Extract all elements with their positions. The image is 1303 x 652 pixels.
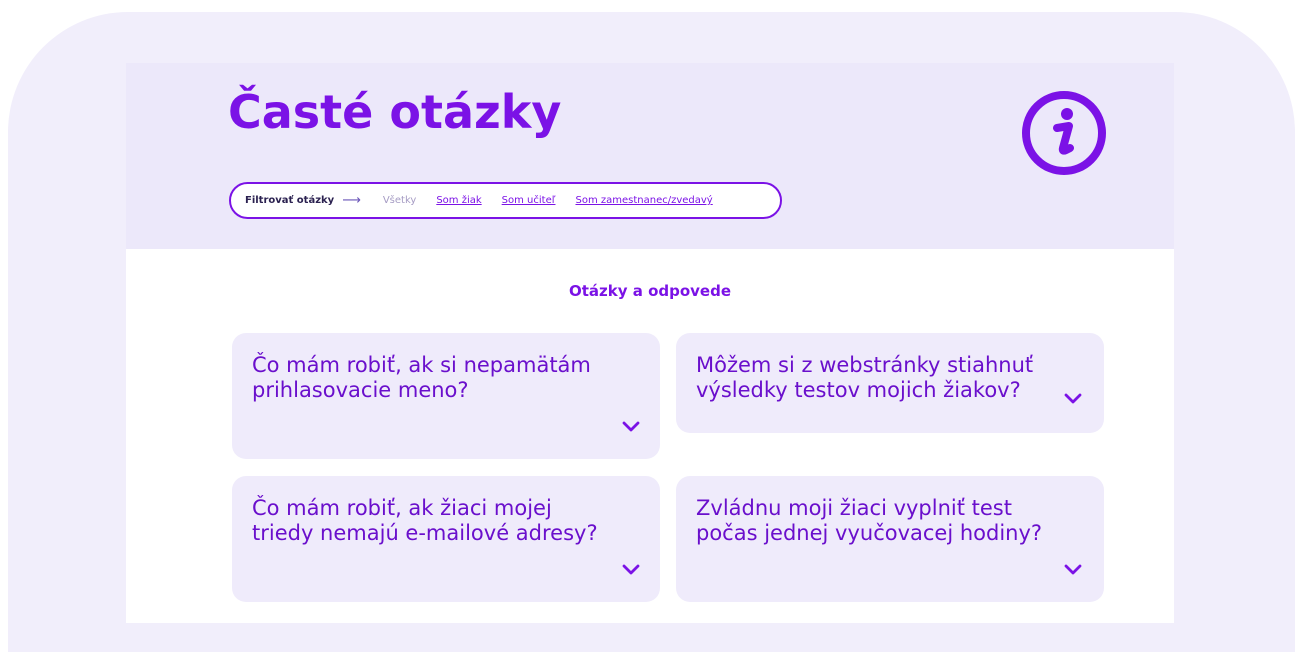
chevron-down-icon — [1064, 393, 1082, 404]
section-title: Otázky a odpovede — [568, 282, 732, 300]
filter-option-employee[interactable]: Som zamestnanec/zvedavý — [575, 195, 712, 206]
chevron-down-icon — [1064, 564, 1082, 575]
faq-question: Zvládnu moji žiaci vyplniť test počas je… — [696, 496, 1043, 545]
faq-item-no-emails[interactable]: Čo mám robiť, ak žiaci mojej triedy nema… — [232, 476, 660, 602]
info-icon — [1022, 91, 1106, 175]
chevron-down-icon — [622, 564, 640, 575]
faq-item-download-results[interactable]: Môžem si z webstránky stiahnuť výsledky … — [676, 333, 1104, 433]
filter-option-student[interactable]: Som žiak — [436, 195, 481, 206]
question-filter: Filtrovať otázky ⟶ Všetky Som žiak Som u… — [229, 182, 782, 219]
page-title: Časté otázky — [228, 85, 562, 139]
filter-option-teacher[interactable]: Som učiteľ — [502, 195, 556, 206]
page-header: Časté otázky Filtrovať otázky ⟶ Všetky S… — [126, 63, 1174, 249]
faq-question: Čo mám robiť, ak žiaci mojej triedy nema… — [252, 496, 598, 545]
faq-item-login[interactable]: Čo mám robiť, ak si nepamätám prihlasova… — [232, 333, 660, 459]
wave-divider — [126, 239, 1174, 248]
faq-item-test-duration[interactable]: Zvládnu moji žiaci vyplniť test počas je… — [676, 476, 1104, 602]
arrow-right-icon: ⟶ — [342, 193, 361, 208]
filter-label: Filtrovať otázky — [245, 195, 335, 206]
faq-question: Môžem si z webstránky stiahnuť výsledky … — [696, 353, 1034, 402]
filter-option-all[interactable]: Všetky — [383, 195, 416, 206]
faq-page: Časté otázky Filtrovať otázky ⟶ Všetky S… — [126, 63, 1174, 623]
chevron-down-icon — [622, 421, 640, 432]
faq-question: Čo mám robiť, ak si nepamätám prihlasova… — [252, 353, 591, 402]
